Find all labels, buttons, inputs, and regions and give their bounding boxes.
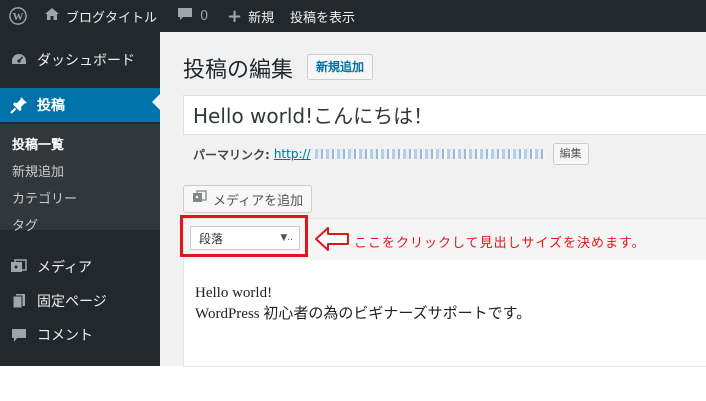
site-name: ブログタイトル (66, 10, 158, 26)
pin-icon (9, 96, 29, 114)
sidebar-item-label: ダッシュボード (37, 53, 135, 69)
submenu-item-all-posts[interactable]: 投稿一覧 (12, 134, 64, 153)
media-icon (9, 259, 29, 275)
comments-count: 0 (200, 8, 209, 24)
editor-content-area[interactable]: Hello world! WordPress 初心者の為のビギナーズサポートです… (183, 260, 706, 367)
add-media-button[interactable]: メディアを追加 (183, 185, 313, 213)
sidebar-item-comments[interactable]: コメント (0, 318, 160, 352)
editor-text: Hello world! WordPress 初心者の為のビギナーズサポートです… (195, 283, 531, 325)
dashboard-gauge-icon (9, 52, 29, 68)
sidebar-item-label: 投稿 (37, 98, 65, 114)
home-icon (44, 7, 60, 25)
media-icon (192, 190, 208, 208)
content-line: Hello world! (195, 285, 273, 301)
highlight-box (180, 215, 308, 257)
permalink-label: パーマリンク: (193, 147, 270, 162)
submenu-item-tags[interactable]: タグ (12, 215, 38, 234)
add-media-label: メディアを追加 (213, 193, 304, 209)
active-menu-arrow (152, 94, 160, 110)
site-name-link[interactable]: ブログタイトル (44, 0, 157, 32)
wordpress-logo-icon[interactable]: W (9, 0, 27, 32)
admin-sidebar: ダッシュボード 投稿 投稿一覧 新規追加 カテゴリー タグ メディア 固定ページ… (0, 32, 160, 366)
svg-text:W: W (13, 11, 24, 23)
edit-slug-button[interactable]: 編集 (552, 143, 589, 165)
page-icon (9, 293, 29, 309)
permalink-row: パーマリンク: http:// 編集 (193, 143, 589, 165)
sidebar-item-dashboard[interactable]: ダッシュボード (0, 43, 160, 77)
annotation-arrow-icon (315, 227, 349, 251)
new-label: 新規 (248, 10, 275, 26)
sidebar-item-label: メディア (37, 260, 93, 276)
comment-icon (9, 328, 29, 343)
view-post-label: 投稿を表示 (290, 10, 356, 26)
sidebar-item-posts[interactable]: 投稿 (0, 88, 160, 122)
add-new-button[interactable]: 新規追加 (307, 54, 374, 80)
sidebar-item-media[interactable]: メディア (0, 250, 160, 284)
posts-submenu: 投稿一覧 新規追加 カテゴリー タグ (0, 124, 160, 234)
sidebar-item-label: 固定ページ (37, 294, 107, 310)
sidebar-item-label: コメント (37, 328, 93, 344)
new-content-link[interactable]: + 新規 (227, 0, 274, 32)
admin-bar: W ブログタイトル 0 + 新規 投稿を表示 (0, 0, 706, 32)
comments-link[interactable]: 0 (177, 0, 208, 32)
plus-icon: + (227, 5, 243, 27)
content-line: WordPress 初心者の為のビギナーズサポートです。 (195, 306, 532, 322)
annotation-text: ここをクリックして見出しサイズを決めます。 (354, 236, 646, 251)
sidebar-item-pages[interactable]: 固定ページ (0, 284, 160, 318)
view-post-link[interactable]: 投稿を表示 (290, 0, 355, 32)
submenu-item-categories[interactable]: カテゴリー (12, 188, 77, 207)
submenu-item-add-new[interactable]: 新規追加 (12, 161, 64, 180)
main-content: 投稿の編集 新規追加 Hello world!こんにちは！ パーマリンク: ht… (160, 32, 706, 367)
post-title-input[interactable]: Hello world!こんにちは！ (183, 95, 706, 135)
blurred-url (314, 149, 545, 159)
page-title: 投稿の編集 (183, 58, 294, 83)
permalink-url[interactable]: http:// (274, 147, 311, 161)
speech-bubble-icon (177, 7, 193, 25)
